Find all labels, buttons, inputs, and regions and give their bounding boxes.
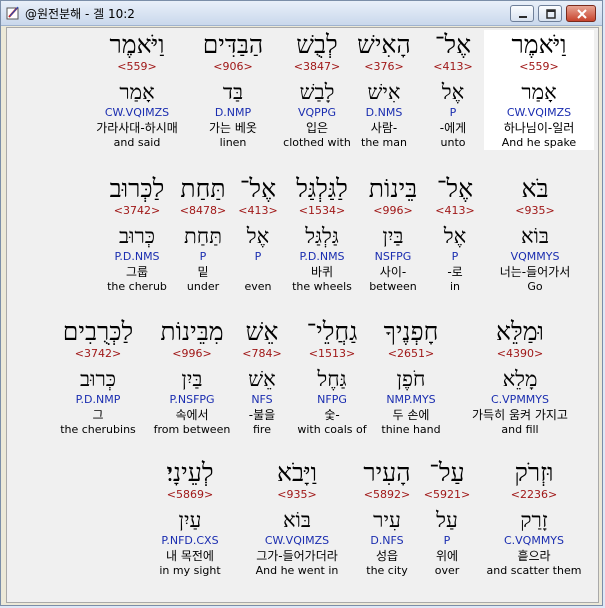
korean-gloss: 내 목전에	[166, 549, 214, 563]
lexical-form: כְּרוּב	[79, 367, 117, 391]
word-cell[interactable]: גַחֲלֵי־ <1513> גַּחֶל NFPG 숯- with coal…	[282, 317, 382, 437]
minimize-icon	[519, 16, 527, 18]
word-cell[interactable]: לַכְּרֻבִים <3742> כְּרוּב P.D.NMP 그 the…	[43, 317, 153, 437]
strong-number: <2236>	[510, 488, 558, 501]
hebrew-word: הָעִיר	[363, 458, 411, 487]
word-cell[interactable]: וַיָּבֹא <935> בּוֹא CW.VQIMZS 그가-들어가더라 …	[242, 458, 352, 578]
word-cell[interactable]: וַיֹּאמֶר <559> אָמַר CW.VQIMZS 가라사대-하시매…	[75, 30, 199, 150]
morphology-code: CW.VQIMZS	[264, 534, 330, 547]
morphology-code: C.VPMMYS	[490, 393, 550, 406]
korean-gloss: 그	[92, 408, 104, 422]
morphology-code: CW.VQIMZS	[104, 106, 170, 119]
hebrew-word: וַיֹּאמֶר	[109, 30, 165, 59]
close-icon	[577, 9, 587, 19]
lexical-form: אָמַר	[119, 80, 155, 104]
strong-number: <5892>	[363, 488, 411, 501]
hebrew-word: וַיָּבֹא	[276, 458, 317, 487]
strong-number: <996>	[172, 347, 212, 360]
lexical-form: עַיִן	[178, 508, 202, 532]
korean-gloss: 그룹	[125, 265, 149, 279]
minimize-button[interactable]	[510, 5, 534, 22]
english-gloss: with coals of	[297, 423, 367, 436]
hebrew-word: לְעֵינָי׃	[166, 458, 214, 487]
close-button[interactable]	[566, 5, 596, 22]
morphology-code: NFPG	[317, 393, 347, 406]
lexical-form: גַּחֶל	[317, 367, 347, 391]
word-cell[interactable]: הָעִיר <5892> עִיר D.NFS 성읍 the city	[347, 458, 427, 578]
morphology-code: P.NFD.CXS	[161, 534, 219, 547]
maximize-icon	[546, 9, 556, 19]
korean-gloss: 속에서	[175, 408, 209, 422]
english-gloss: and scatter them	[486, 564, 582, 577]
morphology-code: P.D.NMS	[114, 250, 160, 263]
word-cell[interactable]: לְעֵינָי׃ <5869> עַיִן P.NFD.CXS 내 목전에 i…	[145, 458, 235, 578]
word-cell[interactable]: מִבֵּינוֹת <996> בַּיִן P.NSFPG 속에서 from…	[140, 317, 244, 437]
lexical-form: עִיר	[373, 508, 401, 532]
korean-gloss: 숯-	[324, 408, 340, 422]
lexical-form: כְּרוּב	[118, 224, 156, 248]
english-gloss: from between	[153, 423, 231, 436]
maximize-button[interactable]	[538, 5, 562, 22]
korean-gloss: 성읍	[375, 549, 399, 563]
lexical-form: זָרַק	[520, 508, 548, 532]
parsing-panel[interactable]: וַיֹּאמֶר <559> אָמַר CW.VQIMZS 하나님이-일러 …	[6, 27, 599, 603]
lexical-form: בּוֹא	[282, 508, 312, 532]
strong-number: <935>	[277, 488, 317, 501]
hebrew-word: לַכְּרֻבִים	[62, 317, 134, 346]
hebrew-word: מִבֵּינוֹת	[160, 317, 224, 346]
korean-gloss: 가라사대-하시매	[96, 121, 178, 135]
hebrew-word: לַכְּרוּב	[109, 174, 165, 203]
word-cell[interactable]: וּמַלֵּא <4390> מָלֵא C.VPMMYS 가득히 움켜 가지…	[447, 317, 593, 437]
hebrew-word: גַחֲלֵי־	[306, 317, 358, 346]
strong-number: <4390>	[496, 347, 544, 360]
morphology-code: D.NFS	[370, 534, 404, 547]
strong-number: <5869>	[166, 488, 214, 501]
title-bar[interactable]: @원전분해 - 겔 10:2	[1, 1, 602, 26]
lexical-form: מָלֵא	[502, 367, 538, 391]
word-cell[interactable]: וּזְרֹק <2236> זָרַק C.VQMMYS 흩으라 and sc…	[477, 458, 591, 578]
window-title: @원전분해 - 겔 10:2	[25, 7, 135, 21]
hebrew-word: וּזְרֹק	[514, 458, 554, 487]
word-cell[interactable]: לַכְּרוּב <3742> כְּרוּב P.D.NMS 그룹 the …	[87, 174, 187, 294]
morphology-code: P.D.NMP	[75, 393, 121, 406]
english-gloss: And he went in	[255, 564, 339, 577]
strong-number: <3742>	[74, 347, 122, 360]
english-gloss: the city	[366, 564, 408, 577]
korean-gloss: 그가-들어가더라	[256, 549, 338, 563]
strong-number: <1513>	[308, 347, 356, 360]
morphology-code: P.NSFPG	[169, 393, 215, 406]
strong-number: <559>	[117, 60, 157, 73]
english-gloss: and said	[113, 136, 161, 149]
english-gloss: the cherubins	[60, 423, 136, 436]
app-window: @원전분해 - 겔 10:2 וַיֹּאמֶר <559> אָמַר CW.…	[0, 0, 603, 606]
english-gloss: the cherub	[107, 280, 167, 293]
korean-gloss: 흩으라	[517, 549, 551, 563]
english-gloss: in my sight	[159, 564, 221, 577]
morphology-code: C.VQMMYS	[503, 534, 565, 547]
hebrew-word: וּמַלֵּא	[496, 317, 544, 346]
korean-gloss: 가득히 움켜 가지고	[472, 408, 568, 422]
english-gloss: and fill	[501, 423, 539, 436]
lexical-form: בַּיִן	[181, 367, 203, 391]
strong-number: <3742>	[113, 204, 161, 217]
bookmark-app-icon[interactable]	[5, 5, 21, 21]
